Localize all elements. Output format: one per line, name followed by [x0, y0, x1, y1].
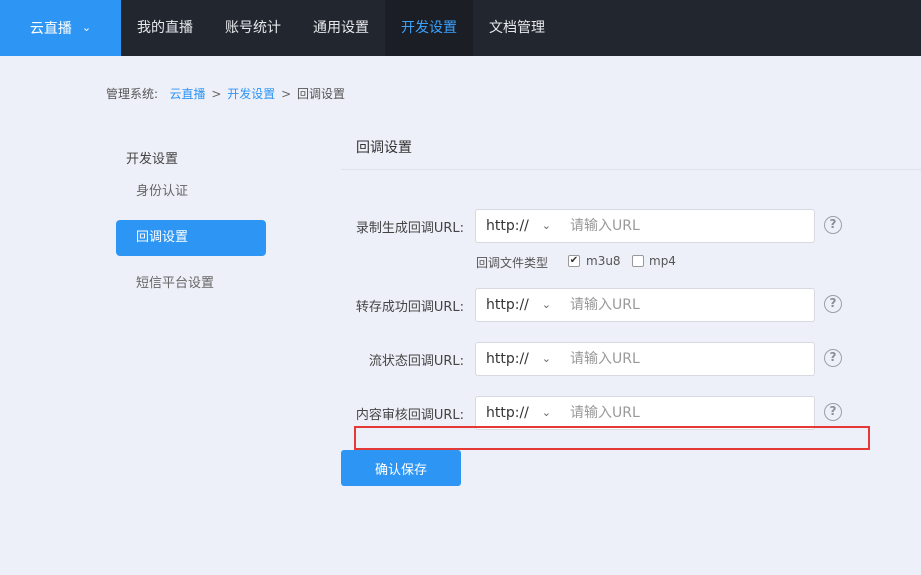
- save-button[interactable]: 确认保存: [341, 450, 461, 486]
- highlight-annotation: [354, 426, 870, 450]
- breadcrumb-separator: >: [211, 87, 222, 101]
- help-icon[interactable]: ?: [824, 403, 842, 421]
- help-icon[interactable]: ?: [824, 216, 842, 234]
- brand-menu[interactable]: 云直播 ⌄: [0, 0, 121, 56]
- field-label-transfer: 转存成功回调URL:: [355, 300, 464, 315]
- url-input-transfer[interactable]: [560, 288, 815, 322]
- nav-general-settings[interactable]: 通用设置: [297, 0, 385, 56]
- url-input-content-review[interactable]: [560, 396, 815, 430]
- brand-label: 云直播: [29, 21, 72, 37]
- top-navbar: 云直播 ⌄ 我的直播 账号统计 通用设置 开发设置 文档管理: [0, 0, 921, 56]
- sidebar-item-identity[interactable]: 身份认证: [116, 174, 266, 210]
- breadcrumb: 管理系统: 云直播 > 开发设置 > 回调设置: [106, 85, 345, 102]
- sidebar-item-callback[interactable]: 回调设置: [116, 220, 266, 256]
- checkbox-label-mp4: mp4: [649, 254, 676, 268]
- checkbox-label-m3u8: m3u8: [586, 254, 621, 268]
- field-label-record: 录制生成回调URL:: [355, 221, 464, 236]
- breadcrumb-current: 回调设置: [296, 87, 345, 101]
- nav-my-live[interactable]: 我的直播: [121, 0, 209, 56]
- breadcrumb-link-live[interactable]: 云直播: [170, 87, 206, 101]
- nav-account-stats[interactable]: 账号统计: [209, 0, 297, 56]
- protocol-select-record[interactable]: http:// ⌄: [475, 209, 561, 243]
- protocol-select-content-review[interactable]: http:// ⌄: [475, 396, 561, 430]
- sidebar-item-sms[interactable]: 短信平台设置: [116, 266, 266, 302]
- chevron-down-icon: ⌄: [81, 20, 92, 34]
- protocol-value: http://: [486, 405, 529, 421]
- page-title: 回调设置: [356, 140, 412, 156]
- title-divider: [341, 169, 921, 170]
- breadcrumb-separator: >: [281, 87, 292, 101]
- chevron-down-icon: ⌄: [541, 298, 551, 311]
- checkbox-mp4[interactable]: [632, 255, 644, 267]
- sidebar-title: 开发设置: [126, 152, 179, 167]
- chevron-down-icon: ⌄: [541, 219, 551, 232]
- breadcrumb-prefix: 管理系统:: [106, 87, 159, 101]
- protocol-value: http://: [486, 351, 529, 367]
- help-icon[interactable]: ?: [824, 295, 842, 313]
- protocol-select-stream-status[interactable]: http:// ⌄: [475, 342, 561, 376]
- url-input-record[interactable]: [560, 209, 815, 243]
- protocol-value: http://: [486, 297, 529, 313]
- help-icon[interactable]: ?: [824, 349, 842, 367]
- chevron-down-icon: ⌄: [541, 406, 551, 419]
- filetype-label: 回调文件类型: [476, 256, 549, 270]
- protocol-select-transfer[interactable]: http:// ⌄: [475, 288, 561, 322]
- field-label-content-review: 内容审核回调URL:: [355, 408, 464, 423]
- nav-doc-management[interactable]: 文档管理: [473, 0, 561, 56]
- checkbox-m3u8[interactable]: ✔: [568, 255, 580, 267]
- chevron-down-icon: ⌄: [541, 352, 551, 365]
- nav-dev-settings[interactable]: 开发设置: [385, 0, 473, 56]
- field-label-stream-status: 流状态回调URL:: [368, 354, 464, 369]
- protocol-value: http://: [486, 218, 529, 234]
- breadcrumb-link-dev[interactable]: 开发设置: [227, 87, 275, 101]
- url-input-stream-status[interactable]: [560, 342, 815, 376]
